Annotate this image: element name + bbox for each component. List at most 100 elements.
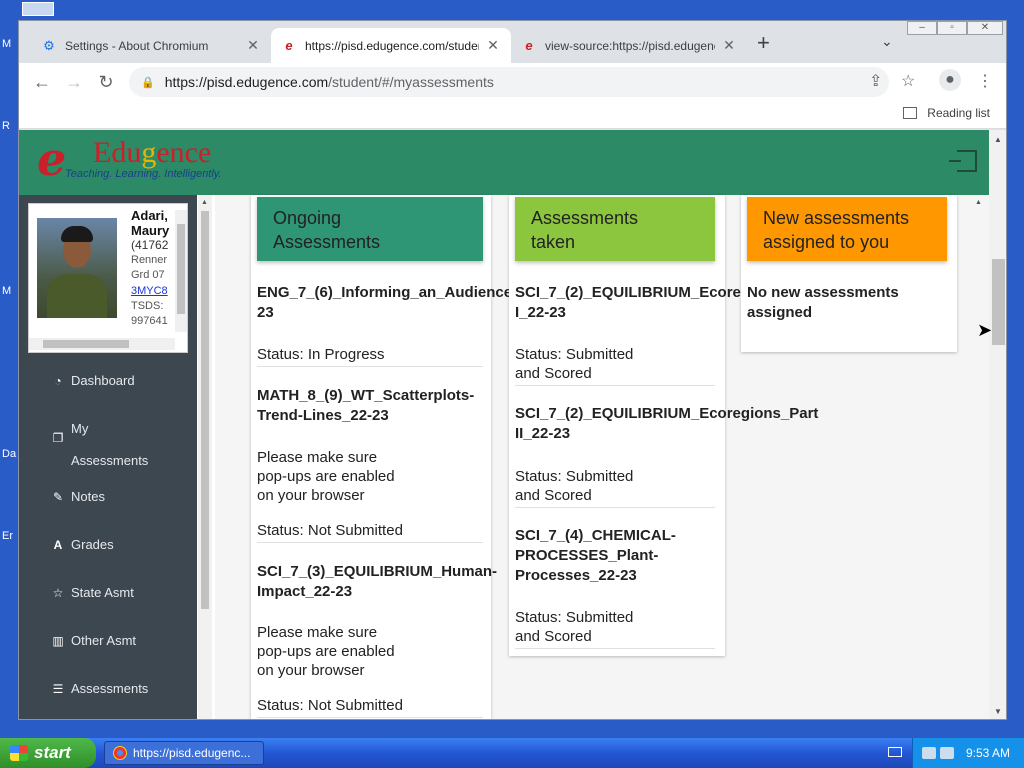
more-menu-icon[interactable]: ⋮ — [977, 71, 993, 91]
grade-label: Grd 07 — [131, 269, 165, 281]
scroll-up-icon[interactable]: ▲ — [994, 135, 1002, 144]
desktop-label: M — [2, 285, 12, 297]
minimize-button[interactable]: – — [907, 21, 937, 35]
close-icon[interactable]: ✕ — [485, 37, 501, 54]
desktop-label: Da — [2, 448, 17, 460]
assessments-content: Ongoing Assessments ENG_7_(6)_Informing_… — [215, 195, 989, 719]
close-window-button[interactable]: ✕ — [967, 21, 1003, 35]
assessment-status: Status: In Progress — [257, 346, 385, 363]
profile-scrollbar-vertical[interactable] — [175, 210, 187, 332]
divider — [515, 648, 715, 649]
network-icon[interactable] — [921, 747, 936, 759]
reading-list-button[interactable]: Reading list — [903, 106, 990, 120]
tab-settings[interactable]: ⚙ Settings - About Chromium ✕ — [31, 28, 271, 63]
restore-button[interactable]: ▫ — [937, 21, 967, 35]
student-name-2: Maury — [131, 223, 170, 238]
desktop-icon[interactable] — [22, 2, 54, 16]
bookmarks-bar: Reading list — [19, 101, 1006, 129]
app-header: e Edugence Teaching. Learning. Intellige… — [19, 130, 989, 195]
sidebar-item-dashboard[interactable]: ◔ Dashboard — [51, 365, 134, 397]
browser-window: ⚙ Settings - About Chromium ✕ e https://… — [18, 20, 1007, 720]
address-bar[interactable]: 🔒 https://pisd.edugence.com/student/#/my… — [129, 67, 889, 97]
start-button[interactable]: start — [0, 738, 96, 768]
sidebar-item-grades[interactable]: A Grades — [51, 529, 114, 561]
ongoing-header: Ongoing Assessments — [257, 197, 483, 261]
bookmark-star-icon[interactable]: ☆ — [901, 71, 915, 91]
assessment-status: Status: Submitted and Scored — [515, 468, 634, 504]
sidebar-item-state-asmt[interactable]: ☆ State Asmt — [51, 577, 134, 609]
volume-icon[interactable] — [939, 747, 954, 759]
new-assessments-header: New assessments assigned to you — [747, 197, 947, 261]
my-assessments-icon: ❐ — [52, 431, 64, 445]
sidebar-scrollbar[interactable]: ▲ — [198, 195, 212, 719]
divider — [257, 717, 483, 718]
reading-list-label: Reading list — [927, 106, 990, 120]
profile-card: Adari, Maury (41762 Renner Grd 07 3MYC8 … — [28, 203, 188, 353]
list-icon: ☰ — [52, 682, 64, 696]
desktop-label: M — [2, 38, 12, 50]
tab-search-button[interactable]: ⌄ — [881, 33, 893, 50]
desktop-label: Er — [2, 530, 13, 542]
page-scrollbar[interactable]: ▲ ▼ — [989, 130, 1006, 719]
profile-info: Adari, Maury (41762 Renner Grd 07 3MYC8 … — [131, 208, 169, 329]
taken-header: Assessments taken — [515, 197, 715, 261]
divider — [515, 385, 715, 386]
student-id: (41762 — [131, 238, 169, 252]
scroll-up-icon[interactable]: ▲ — [975, 199, 982, 206]
logout-icon[interactable] — [949, 150, 977, 172]
sidebar: Adari, Maury (41762 Renner Grd 07 3MYC8 … — [19, 195, 197, 719]
scrollbar-thumb[interactable] — [992, 259, 1005, 345]
tab-title: view-source:https://pisd.edugence.c — [545, 38, 715, 53]
assessment-title[interactable]: SCI_7_(2)_EQUILIBRIUM_Ecoregions_Part II… — [515, 404, 818, 444]
tab-view-source[interactable]: e view-source:https://pisd.edugence.c ✕ — [511, 28, 747, 63]
forward-arrow-icon[interactable]: → — [63, 71, 85, 93]
tab-strip: ⚙ Settings - About Chromium ✕ e https://… — [19, 21, 1006, 63]
close-icon[interactable]: ✕ — [721, 37, 737, 54]
assessment-status: Status: Submitted and Scored — [515, 346, 634, 382]
edugence-favicon-icon: e — [525, 38, 533, 53]
windows-flag-icon — [10, 745, 28, 761]
address-host: https://pisd.edugence.com — [164, 74, 329, 90]
mouse-cursor-icon: ➤ — [977, 320, 993, 340]
reading-list-icon — [903, 107, 918, 119]
web-page: e Edugence Teaching. Learning. Intellige… — [19, 130, 1006, 719]
assessment-status: Status: Submitted and Scored — [515, 609, 634, 645]
assessment-title[interactable]: MATH_8_(9)_WT_Scatterplots- Trend-Lines_… — [257, 386, 474, 426]
lock-icon: 🔒 — [141, 76, 155, 89]
share-icon[interactable]: ⇪ — [869, 71, 882, 91]
notes-icon: ✎ — [52, 490, 64, 504]
school-name: Renner — [131, 254, 168, 266]
close-icon[interactable]: ✕ — [245, 37, 261, 54]
ongoing-column: Ongoing Assessments ENG_7_(6)_Informing_… — [251, 195, 573, 719]
tab-title: Settings - About Chromium — [65, 38, 209, 53]
sidebar-item-my-assessments[interactable]: ❐ My Assessments — [51, 421, 149, 469]
gear-icon: ⚙ — [43, 37, 55, 53]
keyboard-icon[interactable] — [888, 747, 902, 757]
assessment-title[interactable]: SCI_7_(4)_CHEMICAL- PROCESSES_Plant- Pro… — [515, 526, 676, 586]
sidebar-item-other-asmt[interactable]: ▥ Other Asmt — [51, 625, 136, 657]
tsds-label: TSDS: — [131, 300, 164, 312]
back-arrow-icon[interactable]: ← — [31, 71, 53, 93]
sidebar-item-assessments[interactable]: ☰ Assessments — [51, 673, 149, 705]
profile-icon[interactable]: ● — [939, 69, 961, 91]
tab-edugence[interactable]: e https://pisd.edugence.com/student/ ✕ — [271, 28, 511, 63]
browser-toolbar: ← → ↻ 🔒 https://pisd.edugence.com/studen… — [19, 63, 1006, 101]
profile-scrollbar-horizontal[interactable] — [29, 338, 175, 350]
taskbar-item-chromium[interactable]: https://pisd.edugenc... — [104, 741, 264, 765]
divider — [515, 507, 715, 508]
profile-link[interactable]: 3MYC8 — [131, 285, 168, 297]
scroll-down-icon[interactable]: ▼ — [994, 707, 1002, 716]
scroll-up-icon[interactable]: ▲ — [201, 199, 208, 206]
taskbar: start https://pisd.edugenc... 9:53 AM — [0, 738, 1024, 768]
student-name: Adari, — [131, 208, 168, 223]
clock[interactable]: 9:53 AM — [966, 746, 1010, 760]
sidebar-item-notes[interactable]: ✎ Notes — [51, 481, 105, 513]
reload-icon[interactable]: ↻ — [95, 71, 117, 93]
empty-message: No new assessments assigned — [747, 284, 899, 321]
new-tab-button[interactable]: + — [757, 32, 770, 54]
avatar — [37, 218, 117, 318]
taken-column: Assessments taken SCI_7_(2)_EQUILIBRIUM_… — [509, 195, 818, 656]
divider — [257, 542, 483, 543]
assessment-title[interactable]: SCI_7_(3)_EQUILIBRIUM_Human- Impact_22-2… — [257, 562, 497, 602]
edugence-favicon-icon: e — [285, 38, 293, 53]
